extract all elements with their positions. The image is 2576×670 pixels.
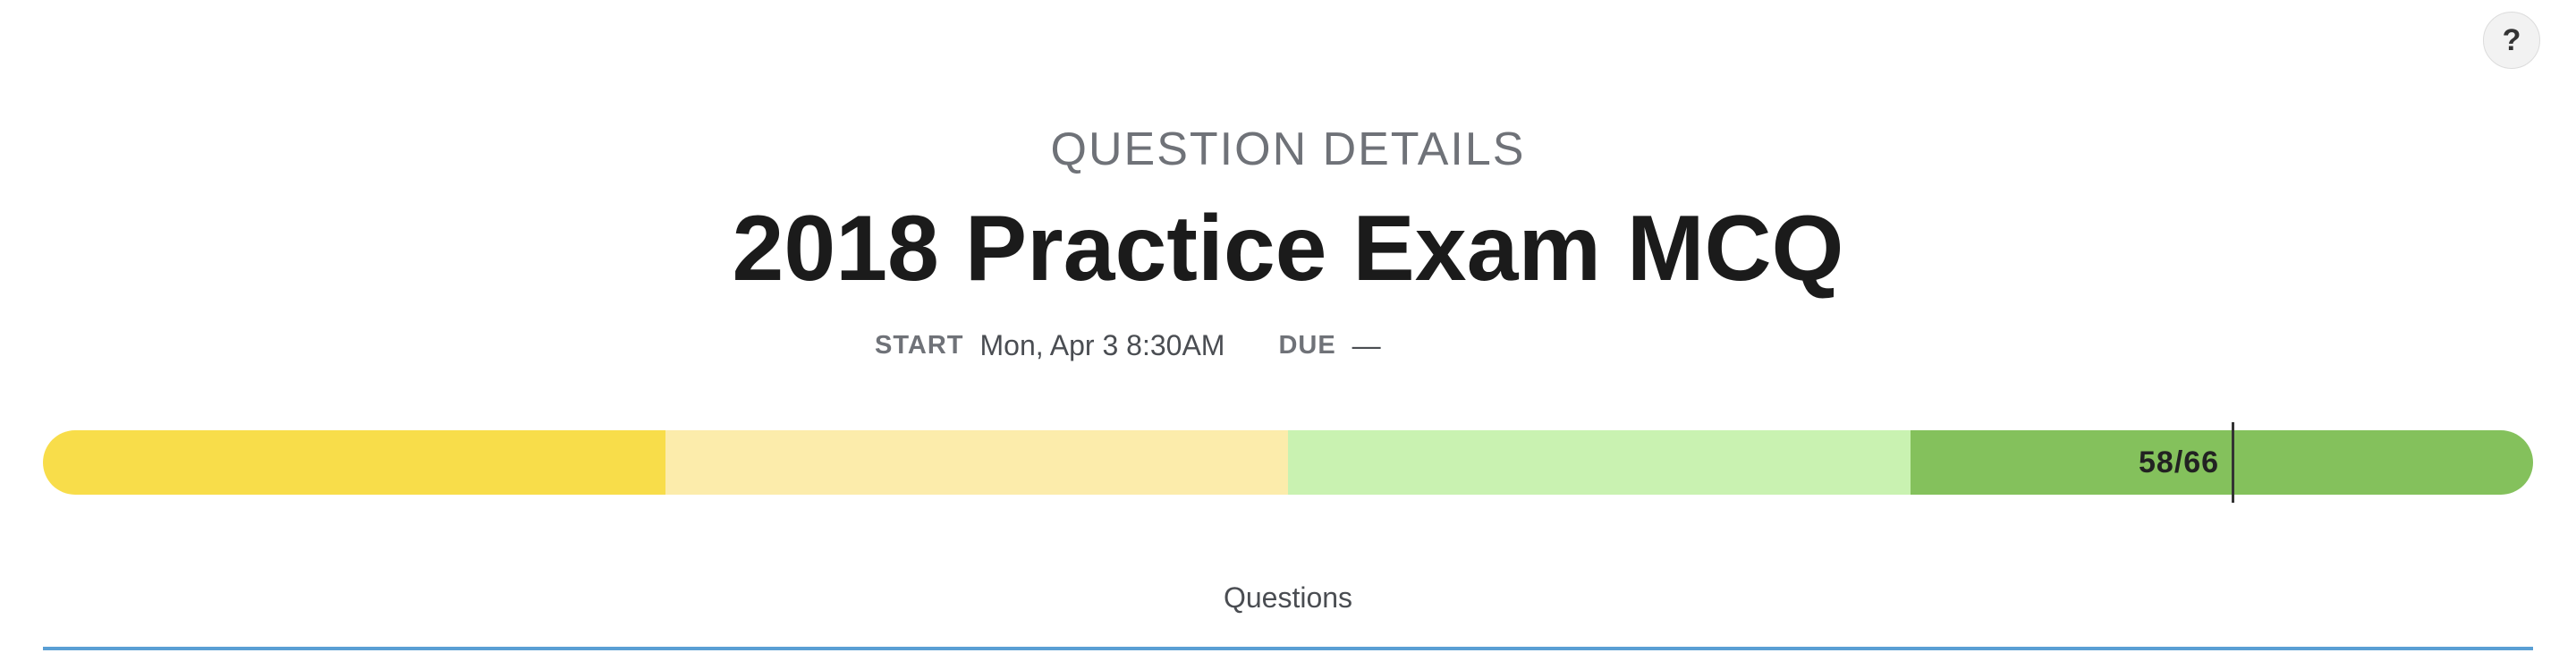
progress-segment-4 — [1911, 430, 2533, 495]
section-eyebrow: QUESTION DETAILS — [1050, 123, 1526, 175]
progress-marker — [2232, 422, 2234, 503]
due-value: — — [1352, 328, 1381, 361]
page-title: 2018 Practice Exam MCQ — [732, 197, 1844, 301]
start-value: Mon, Apr 3 8:30AM — [979, 328, 1225, 361]
tab-active-underline — [43, 647, 2533, 650]
schedule-meta: START Mon, Apr 3 8:30AM DUE — — [875, 326, 1381, 365]
start-label: START — [875, 330, 964, 360]
due-label: DUE — [1278, 330, 1336, 360]
progress-segment-2 — [665, 430, 1288, 495]
question-details-page: ? QUESTION DETAILS 2018 Practice Exam MC… — [0, 0, 2576, 670]
progress-segment-3 — [1288, 430, 1911, 495]
help-icon: ? — [2502, 22, 2521, 57]
tab-questions[interactable]: Questions — [0, 578, 2576, 617]
progress-count: 58/66 — [2139, 445, 2220, 479]
progress-segment-1 — [43, 430, 665, 495]
help-button[interactable]: ? — [2483, 12, 2540, 69]
